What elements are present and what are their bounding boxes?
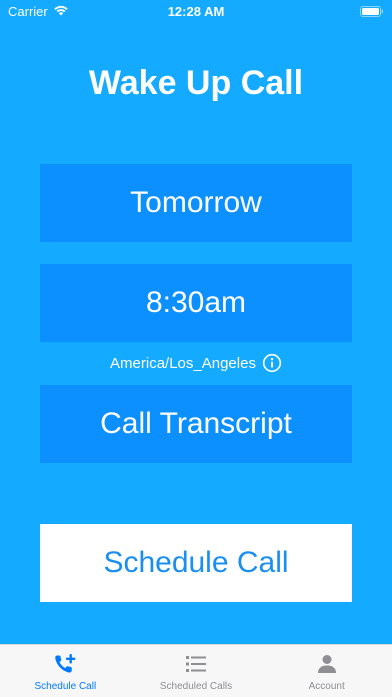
time-selector-label: 8:30am xyxy=(145,286,247,319)
schedule-call-label: Schedule Call xyxy=(103,546,289,579)
timezone-row: America/Los_Angeles xyxy=(0,353,392,373)
call-transcript-label: Call Transcript xyxy=(100,407,292,440)
status-bar: Carrier 12:28 AM xyxy=(0,0,392,24)
list-icon xyxy=(184,653,208,681)
schedule-call-button[interactable]: Schedule Call xyxy=(40,524,352,602)
tab-schedule-call-label: Schedule Call xyxy=(34,681,97,692)
phone-plus-icon xyxy=(53,653,77,681)
tab-scheduled-calls-label: Scheduled Calls xyxy=(159,681,233,692)
status-time: 12:28 AM xyxy=(167,4,225,19)
tab-account[interactable]: Account xyxy=(261,645,392,697)
timezone-label: America/Los_Angeles xyxy=(110,354,256,372)
page-title: Wake Up Call xyxy=(88,64,304,102)
info-icon[interactable] xyxy=(262,353,282,373)
tab-scheduled-calls[interactable]: Scheduled Calls xyxy=(131,645,262,697)
tab-account-label: Account xyxy=(308,681,345,692)
day-selector-label: Tomorrow xyxy=(130,186,262,219)
battery-icon xyxy=(360,5,384,17)
person-icon xyxy=(315,653,339,681)
call-transcript-button[interactable]: Call Transcript xyxy=(40,385,352,463)
time-selector-button[interactable]: 8:30am xyxy=(40,264,352,342)
tab-schedule-call[interactable]: Schedule Call xyxy=(0,645,131,697)
day-selector-button[interactable]: Tomorrow xyxy=(40,164,352,242)
tab-bar: Schedule Call Scheduled Calls Account xyxy=(0,644,392,697)
